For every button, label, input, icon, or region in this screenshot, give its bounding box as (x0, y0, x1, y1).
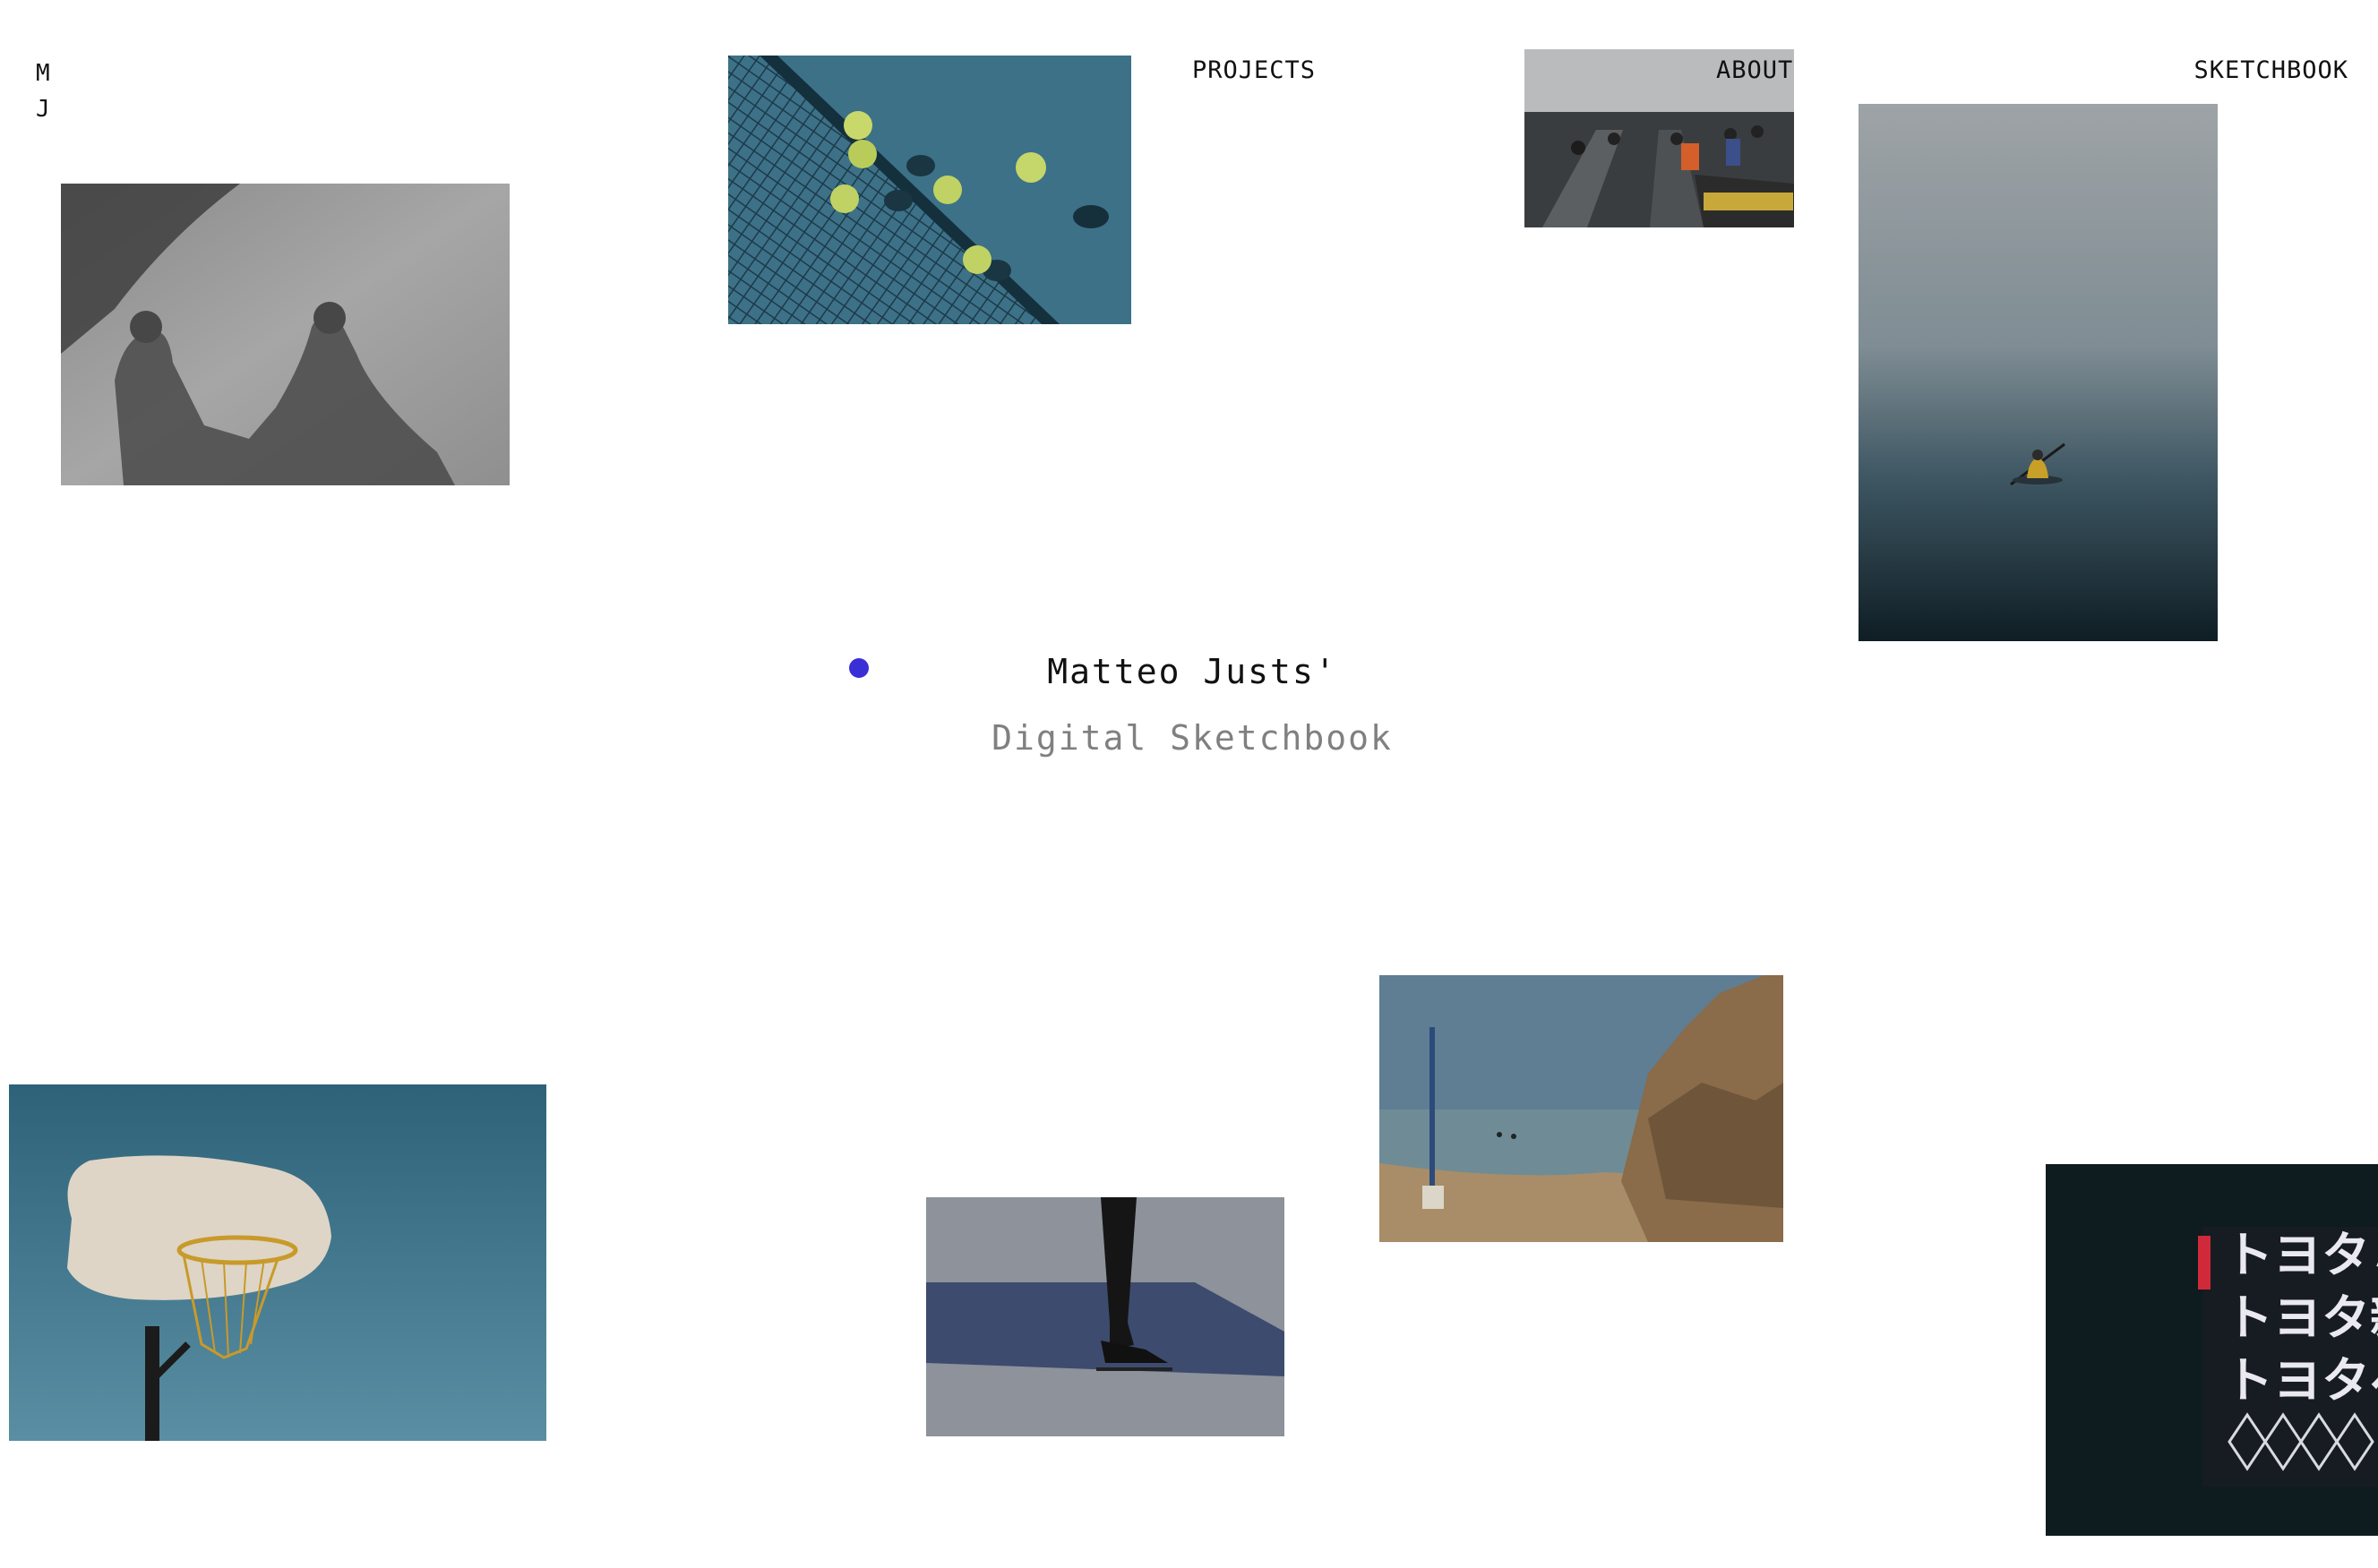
page-subtitle: Digital Sketchbook (992, 718, 1393, 758)
photo-rocky-beach[interactable] (1379, 975, 1783, 1242)
photo-basketball-hoop[interactable] (9, 1084, 546, 1441)
sign-text-line-3: トヨタベ (2225, 1352, 2378, 1409)
photo-kayak-fog[interactable] (1859, 104, 2218, 641)
photo-tennis-balls[interactable] (728, 56, 1131, 324)
photo-neon-sign[interactable]: トヨタミ トヨタ新 トヨタベ (2046, 1164, 2378, 1536)
logo[interactable]: M J (36, 56, 51, 127)
page-title: Matteo Justs' (1047, 652, 1337, 691)
nav-sketchbook-link[interactable]: SKETCHBOOK (2193, 56, 2348, 86)
photo-ice-skater[interactable] (926, 1197, 1284, 1436)
nav-projects-link[interactable]: PROJECTS (1192, 56, 1316, 86)
sign-text-line-2: トヨタ新 (2225, 1290, 2378, 1346)
sign-text-line-1: トヨタミ (2225, 1227, 2378, 1283)
nav-about-link[interactable]: ABOUT (1716, 56, 1793, 86)
logo-line-1: M (36, 60, 51, 87)
logo-line-2: J (36, 96, 51, 123)
photo-shadows-holding-hands[interactable] (61, 184, 510, 485)
